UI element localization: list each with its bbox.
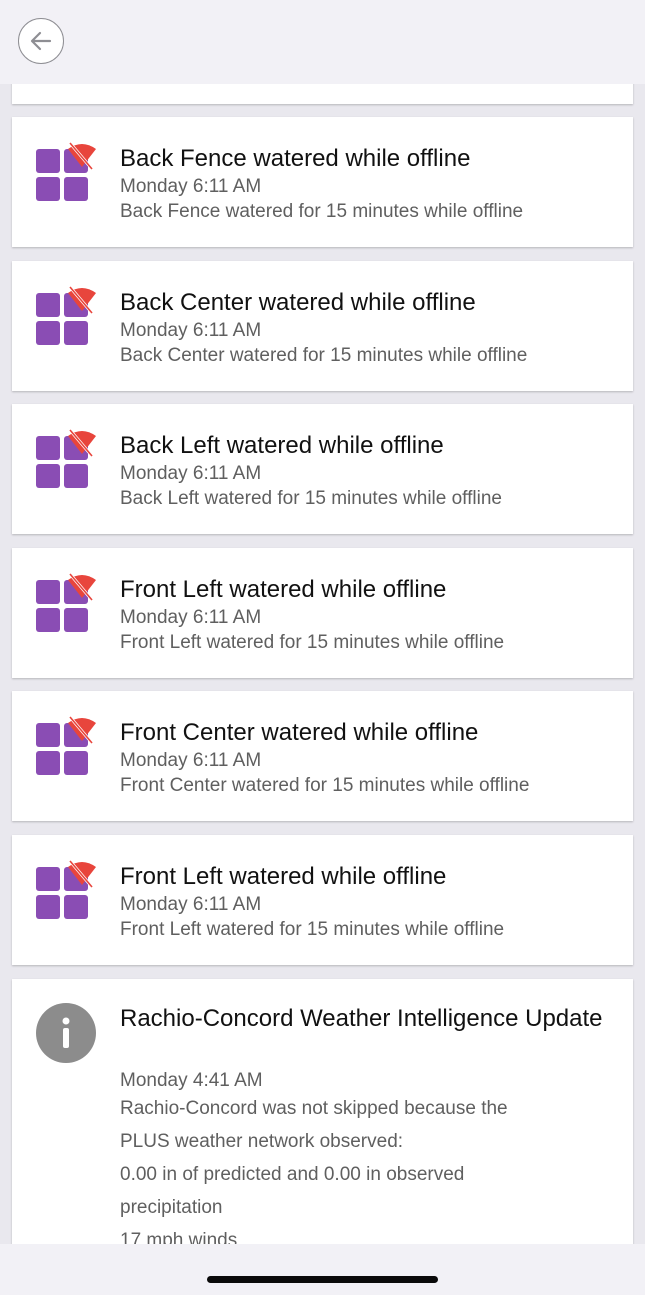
event-description: Front Center watered for 15 minutes whil… [120, 775, 530, 796]
event-title: Back Center watered while offline [120, 289, 476, 316]
event-title: Front Left watered while offline [120, 863, 447, 890]
home-indicator[interactable] [207, 1276, 438, 1283]
activity-card[interactable]: Back Left watered while offline Monday 6… [12, 404, 633, 534]
zone-offline-icon [36, 429, 96, 488]
activity-card[interactable]: Front Center watered while offline Monda… [12, 691, 633, 821]
event-time: Monday 6:11 AM [120, 607, 262, 628]
event-time: Monday 6:11 AM [120, 463, 262, 484]
event-description: Back Left watered for 15 minutes while o… [120, 488, 502, 509]
zone-offline-icon [36, 573, 96, 632]
info-icon [36, 1003, 96, 1063]
event-title: Front Left watered while offline [120, 576, 447, 603]
activity-card-partial[interactable] [12, 84, 633, 104]
weather-update-line: Rachio-Concord was not skipped because t… [120, 1098, 508, 1119]
zone-offline-icon [36, 716, 96, 775]
weather-update-title: Rachio-Concord Weather Intelligence Upda… [120, 1005, 603, 1032]
activity-card[interactable]: Back Center watered while offline Monday… [12, 261, 633, 391]
weather-update-card[interactable]: Rachio-Concord Weather Intelligence Upda… [12, 979, 633, 1244]
weather-update-time: Monday 4:41 AM [120, 1070, 263, 1091]
zone-offline-icon [36, 286, 96, 345]
weather-update-description: Rachio-Concord was not skipped because t… [120, 1092, 600, 1244]
back-button[interactable] [18, 18, 64, 64]
header [0, 0, 645, 84]
bottom-bar [0, 1244, 645, 1295]
activity-feed[interactable]: Back Fence watered while offline Monday … [0, 84, 645, 1244]
weather-update-line: 17 mph winds [120, 1230, 238, 1244]
activity-card[interactable]: Front Left watered while offline Monday … [12, 835, 633, 965]
event-description: Front Left watered for 15 minutes while … [120, 632, 505, 653]
weather-update-line: PLUS weather network observed: [120, 1131, 404, 1152]
event-time: Monday 6:11 AM [120, 750, 262, 771]
event-description: Back Fence watered for 15 minutes while … [120, 201, 524, 222]
weather-update-line: precipitation [120, 1197, 223, 1218]
event-title: Front Center watered while offline [120, 719, 479, 746]
event-title: Back Fence watered while offline [120, 145, 471, 172]
weather-update-line: 0.00 in of predicted and 0.00 in observe… [120, 1164, 465, 1185]
event-description: Back Center watered for 15 minutes while… [120, 345, 528, 366]
activity-card[interactable]: Back Fence watered while offline Monday … [12, 117, 633, 247]
event-description: Front Left watered for 15 minutes while … [120, 919, 505, 940]
event-time: Monday 6:11 AM [120, 894, 262, 915]
event-title: Back Left watered while offline [120, 432, 444, 459]
zone-offline-icon [36, 860, 96, 919]
event-time: Monday 6:11 AM [120, 176, 262, 197]
event-time: Monday 6:11 AM [120, 320, 262, 341]
zone-offline-icon [36, 142, 96, 201]
activity-card[interactable]: Front Left watered while offline Monday … [12, 548, 633, 678]
arrow-left-icon [30, 31, 52, 51]
